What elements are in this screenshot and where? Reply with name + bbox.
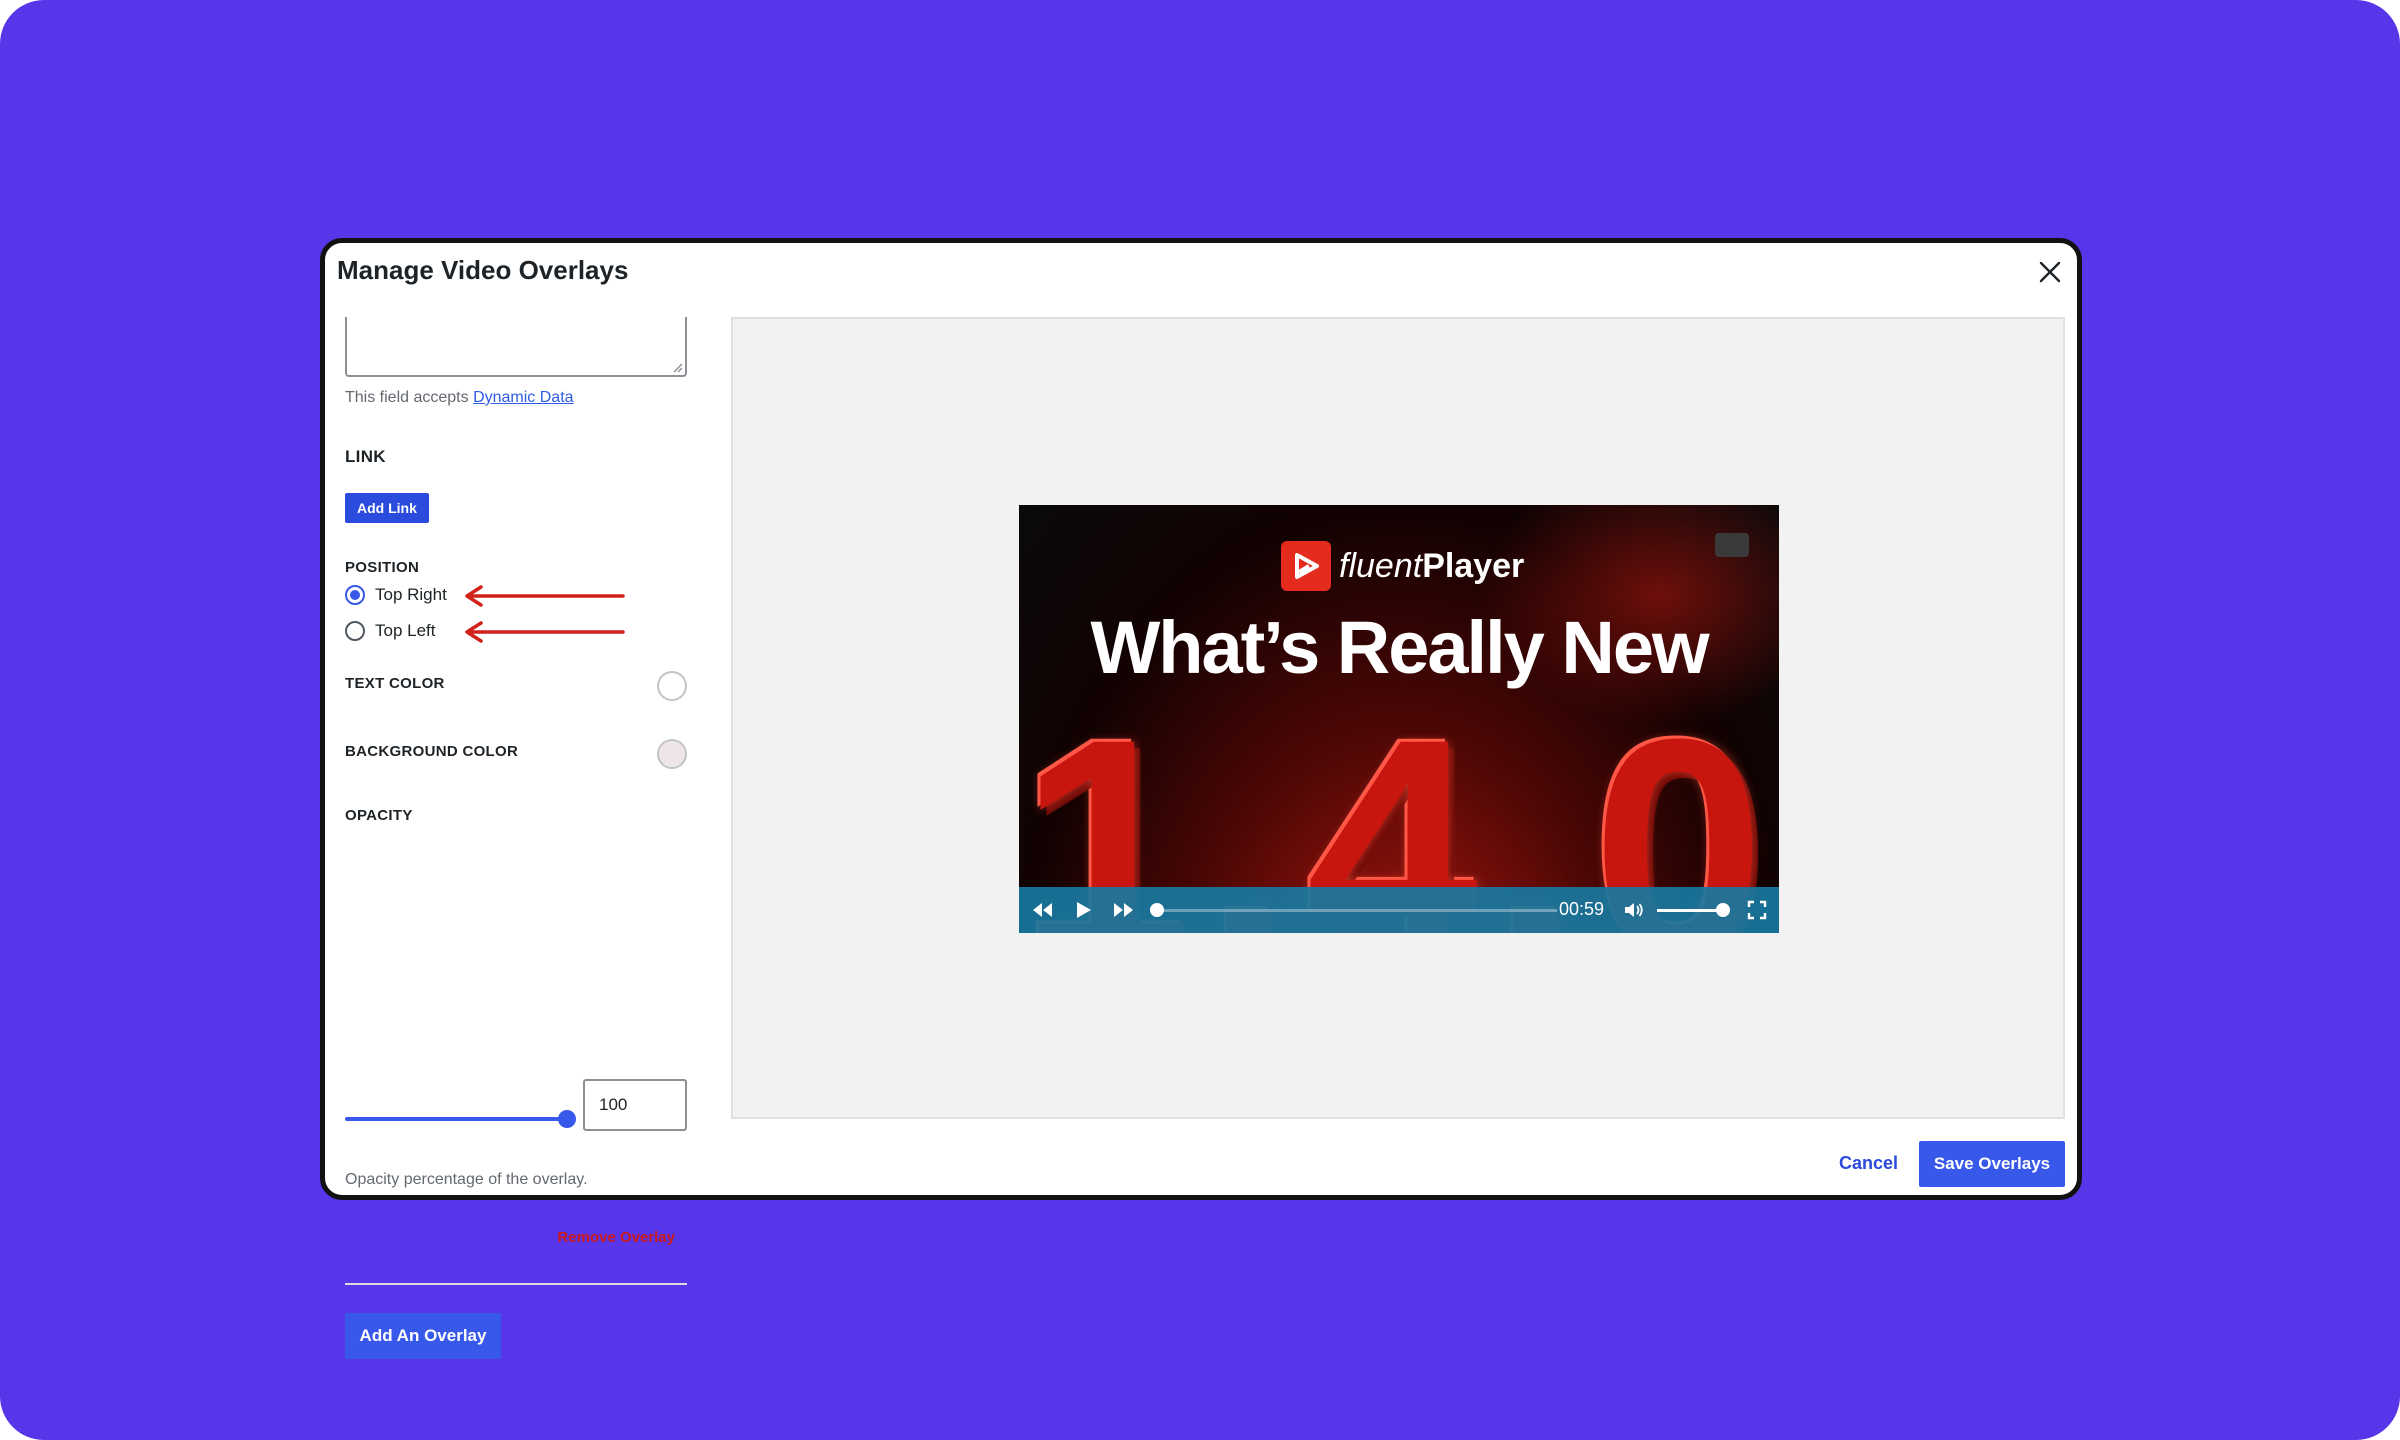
radio-label: Top Right bbox=[375, 585, 447, 604]
overlay-badge bbox=[1715, 533, 1749, 557]
add-overlay-button[interactable]: Add An Overlay bbox=[345, 1313, 501, 1359]
opacity-slider-track[interactable] bbox=[345, 1117, 567, 1121]
video-player[interactable]: fluentPlayer What’s Really New 1.4.0 00:… bbox=[1019, 505, 1779, 933]
opacity-label: OPACITY bbox=[345, 807, 413, 824]
position-option-top-right[interactable]: Top Right bbox=[345, 585, 447, 605]
opacity-slider-thumb[interactable] bbox=[558, 1110, 576, 1128]
volume-slider[interactable] bbox=[1657, 909, 1723, 912]
brand-logo: fluentPlayer bbox=[1281, 541, 1524, 591]
radio-label: Top Left bbox=[375, 621, 436, 640]
page-background: Manage Video Overlays This field accepts… bbox=[0, 0, 2400, 1440]
close-icon bbox=[2039, 261, 2061, 283]
volume-icon[interactable] bbox=[1623, 900, 1645, 920]
background-color-swatch[interactable] bbox=[657, 739, 687, 769]
brand-name-light: fluent bbox=[1339, 546, 1423, 585]
video-preview-area: fluentPlayer What’s Really New 1.4.0 00:… bbox=[731, 317, 2065, 1119]
save-overlays-button[interactable]: Save Overlays bbox=[1919, 1141, 2065, 1187]
section-divider bbox=[345, 1283, 687, 1285]
progress-bar[interactable] bbox=[1157, 909, 1557, 912]
progress-thumb[interactable] bbox=[1150, 903, 1164, 917]
brand-name-bold: Player bbox=[1422, 546, 1525, 585]
rewind-icon[interactable] bbox=[1031, 900, 1055, 920]
radio-top-left[interactable] bbox=[345, 621, 365, 641]
link-label: LINK bbox=[345, 447, 386, 466]
position-option-top-left[interactable]: Top Left bbox=[345, 621, 436, 641]
modal-title: Manage Video Overlays bbox=[337, 255, 629, 285]
annotation-arrow-icon bbox=[465, 621, 625, 643]
play-icon[interactable] bbox=[1073, 900, 1093, 920]
cancel-button[interactable]: Cancel bbox=[1839, 1153, 1898, 1174]
overlay-text-textarea[interactable] bbox=[345, 317, 687, 377]
resize-grip-icon[interactable] bbox=[671, 361, 683, 373]
fast-forward-icon[interactable] bbox=[1111, 900, 1135, 920]
opacity-input[interactable] bbox=[583, 1079, 687, 1131]
time-display: 00:59 bbox=[1559, 899, 1605, 919]
radio-top-right[interactable] bbox=[345, 585, 365, 605]
fullscreen-icon[interactable] bbox=[1747, 900, 1767, 920]
player-controls: 00:59 bbox=[1019, 887, 1779, 933]
background-color-label: BACKGROUND COLOR bbox=[345, 743, 519, 760]
remove-overlay-link[interactable]: Remove Overlay bbox=[557, 1229, 675, 1246]
help-text: This field accepts bbox=[345, 389, 474, 406]
dynamic-data-help: This field accepts Dynamic Data bbox=[345, 389, 574, 407]
annotation-arrow-icon bbox=[465, 585, 625, 607]
position-label: POSITION bbox=[345, 559, 420, 576]
volume-thumb[interactable] bbox=[1716, 903, 1730, 917]
opacity-help-text: Opacity percentage of the overlay. bbox=[345, 1171, 588, 1188]
text-color-label: TEXT COLOR bbox=[345, 675, 445, 692]
close-button[interactable] bbox=[2035, 257, 2065, 287]
add-link-button[interactable]: Add Link bbox=[345, 493, 429, 523]
manage-overlays-modal: Manage Video Overlays This field accepts… bbox=[320, 238, 2082, 1359]
dynamic-data-link[interactable]: Dynamic Data bbox=[473, 389, 573, 406]
text-color-swatch[interactable] bbox=[657, 671, 687, 701]
play-logo-icon bbox=[1281, 541, 1331, 591]
